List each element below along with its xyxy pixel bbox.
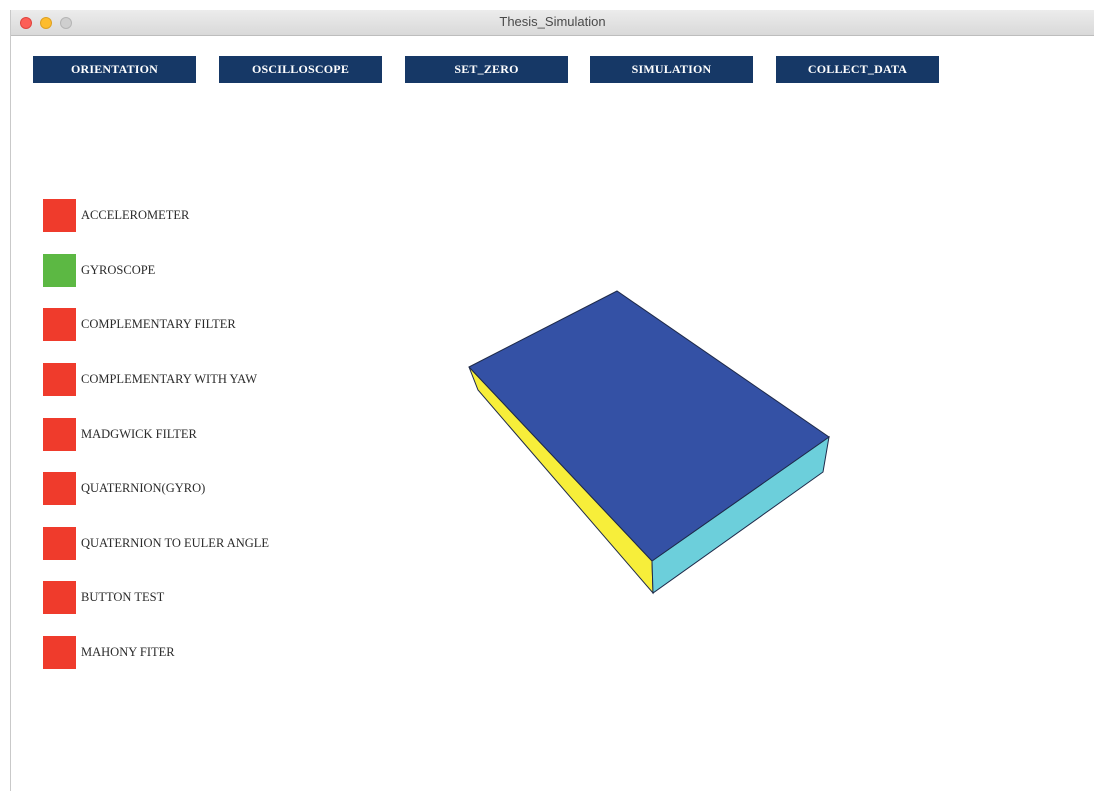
orientation-3d-view[interactable] — [11, 10, 1094, 791]
app-window: Thesis_Simulation ORIENTATION OSCILLOSCO… — [10, 10, 1094, 791]
